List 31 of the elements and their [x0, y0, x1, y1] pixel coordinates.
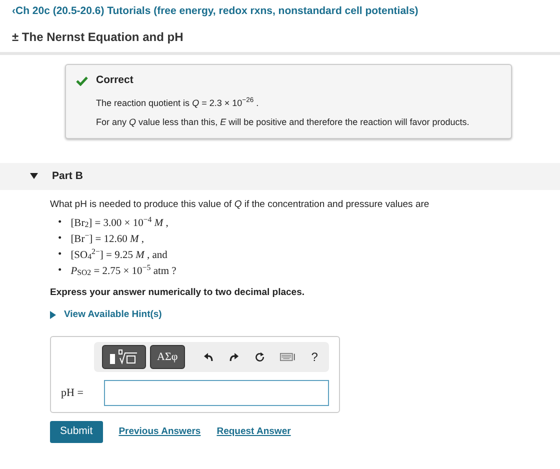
condition-item: [SO$_{4}$$^{2−}$] = 9.25 M , and	[70, 248, 168, 264]
bullet-marker: •	[58, 232, 62, 246]
answer-field[interactable]	[104, 380, 329, 406]
part-header[interactable]: Part B	[0, 162, 560, 190]
templates-icon	[109, 349, 139, 366]
breadcrumb-link[interactable]: ‹Ch 20c (20.5-20.6) Tutorials (free energy, redox rxns, nonstandard cell potentials)	[12, 5, 418, 17]
answer-link[interactable]: Previous Answers	[118, 424, 201, 440]
page-title: ± The Nernst Equation and pH	[12, 28, 184, 46]
feedback-text: For any Q value less than this, E will be positive and therefore the reaction will favor products.	[96, 116, 470, 129]
bullet-marker: •	[58, 216, 62, 230]
keyboard-icon[interactable]	[280, 352, 296, 362]
redo-icon[interactable]	[229, 352, 239, 362]
reset-icon[interactable]	[254, 351, 264, 364]
instruction-text: Express your answer numerically to two decimal places.	[50, 286, 306, 300]
question-text: What pH is needed to produce this value of Q if the concentration and pressure values are	[50, 198, 430, 212]
condition-item: P$_{SO2}$ = 2.75 × 10$^{−5}$ atm ?	[70, 264, 176, 280]
part-label: Part B	[52, 168, 83, 184]
bullet-marker: •	[58, 264, 62, 278]
condition-item: [Br$_{2}$] = 3.00 × 10$^{−4}$ M ,	[70, 216, 168, 232]
condition-item: [Br$^{−}$] = 12.60 M ,	[70, 232, 144, 246]
submit-button[interactable]: Submit	[50, 421, 103, 443]
help-button[interactable]: ?	[308, 348, 321, 366]
feedback-text: The reaction quotient is Q = 2.3 × 10$^{−26}$ .	[96, 96, 260, 110]
bullet-marker: •	[58, 248, 62, 262]
answer-link[interactable]: Request Answer	[216, 424, 291, 440]
feedback-status: Correct	[96, 72, 134, 88]
templates-button[interactable]	[102, 345, 146, 370]
hints-toggle[interactable]: View Available Hint(s)	[50, 308, 162, 322]
symbols-button[interactable]: ΑΣφ	[150, 345, 185, 370]
undo-icon[interactable]	[204, 352, 214, 362]
answer-label: pH =	[61, 386, 84, 401]
